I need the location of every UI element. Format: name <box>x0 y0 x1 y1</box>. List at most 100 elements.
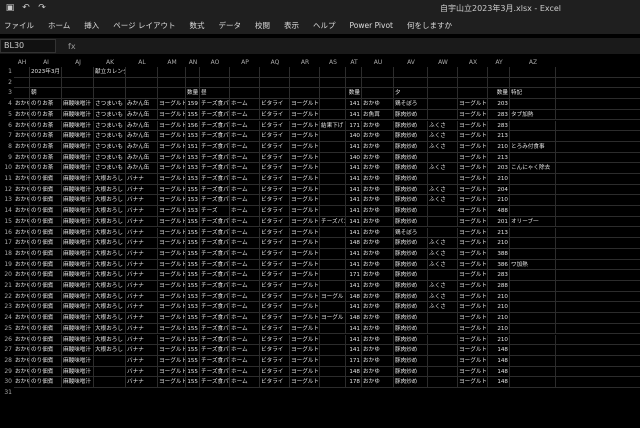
column-header[interactable]: AQ <box>260 58 290 67</box>
cell[interactable] <box>14 77 30 89</box>
cell[interactable]: おかゆ <box>14 174 30 185</box>
cell[interactable]: バナナ <box>126 281 158 292</box>
ribbon-tab-2[interactable]: 挿入 <box>84 20 99 31</box>
cell[interactable]: 麻酸味噌汁 <box>62 238 94 249</box>
cell[interactable]: 156 <box>186 120 200 132</box>
cell[interactable]: 大根おろし <box>94 174 126 185</box>
cell[interactable]: ヨーグルト <box>290 163 320 174</box>
cell[interactable]: おかゆ <box>362 281 394 292</box>
cell[interactable]: チーズ食パン <box>200 216 230 228</box>
cell[interactable] <box>320 323 346 335</box>
cell[interactable]: 2023年3月 <box>30 67 62 78</box>
cell[interactable]: 豚肉炒め <box>394 120 428 132</box>
ribbon-tab-10[interactable]: 何をしますか <box>407 20 452 31</box>
cell[interactable] <box>94 77 126 89</box>
cell[interactable]: みかん缶 <box>126 109 158 121</box>
cell[interactable]: チーズ食パン <box>200 281 230 292</box>
cell[interactable] <box>320 259 346 271</box>
cell[interactable]: 豚肉炒め <box>394 366 428 378</box>
cell[interactable] <box>94 355 126 367</box>
cell[interactable] <box>458 88 488 100</box>
cell[interactable]: 148 <box>346 291 362 303</box>
cell[interactable]: 献立カレンダー <box>94 67 126 78</box>
cell[interactable]: おかゆ <box>362 206 394 217</box>
cell[interactable] <box>510 248 556 260</box>
cell[interactable]: 大根おろし <box>94 345 126 356</box>
row-header[interactable]: 8 <box>0 142 14 153</box>
cell[interactable]: ホーム <box>230 323 260 335</box>
cell[interactable]: ビタライ <box>260 291 290 303</box>
cell[interactable]: 141 <box>346 184 362 196</box>
row-header[interactable]: 9 <box>0 153 14 164</box>
cell[interactable] <box>320 67 346 78</box>
cell[interactable]: ヨーグルト <box>290 99 320 110</box>
cell[interactable]: 141 <box>346 302 362 314</box>
cell[interactable]: チーズ食パン <box>200 120 230 132</box>
cell[interactable]: 141 <box>346 259 362 271</box>
cell[interactable]: ヨーグルト <box>458 152 488 164</box>
cell[interactable]: 麻酸味噌汁 <box>62 163 94 174</box>
cell[interactable] <box>186 67 200 78</box>
cell[interactable]: ホーム <box>230 163 260 174</box>
cell[interactable] <box>158 67 186 78</box>
cell[interactable] <box>510 195 556 207</box>
cell[interactable] <box>320 174 346 185</box>
cell[interactable] <box>510 238 556 249</box>
cell[interactable] <box>510 270 556 281</box>
row-header[interactable]: 4 <box>0 99 14 110</box>
cell[interactable]: ふくさ <box>428 281 458 292</box>
cell[interactable]: 豚肉炒め <box>394 195 428 207</box>
column-header[interactable]: AO <box>200 58 230 67</box>
cell[interactable]: さつまいも <box>94 120 126 132</box>
cell[interactable]: ヨーグルト <box>158 195 186 207</box>
cell[interactable]: ホーム <box>230 377 260 388</box>
cell[interactable]: オリーブ一 <box>510 216 556 228</box>
cell[interactable]: チーズ食パン <box>200 184 230 196</box>
column-header[interactable]: AP <box>230 58 260 67</box>
cell[interactable]: 大根おろし <box>94 216 126 228</box>
cell[interactable] <box>230 67 260 78</box>
cell[interactable]: 大根おろし <box>94 206 126 217</box>
cell[interactable]: のり佃煮 <box>30 195 62 207</box>
cell[interactable]: ヨーグルト <box>158 259 186 271</box>
cell[interactable]: おかゆ <box>14 248 30 260</box>
cell[interactable] <box>428 377 458 388</box>
cell[interactable]: 141 <box>346 323 362 335</box>
cell[interactable]: 麻酸味噌汁 <box>62 259 94 271</box>
cell[interactable] <box>510 227 556 239</box>
cell[interactable]: ビタライ <box>260 141 290 153</box>
cell[interactable]: 大根おろし <box>94 248 126 260</box>
cell[interactable]: 386 <box>488 259 510 271</box>
ribbon-tab-3[interactable]: ページ レイアウト <box>113 20 175 31</box>
cell[interactable]: 麻酸味噌汁 <box>62 323 94 335</box>
cell[interactable] <box>346 77 362 89</box>
cell[interactable]: のり佃煮 <box>30 259 62 271</box>
cell[interactable]: ホーム <box>230 366 260 378</box>
cell[interactable]: 141 <box>346 216 362 228</box>
cell[interactable] <box>126 88 158 100</box>
cell[interactable] <box>320 238 346 249</box>
cell[interactable]: ビタライ <box>260 377 290 388</box>
cell[interactable]: 豚肉炒め <box>394 334 428 346</box>
cell[interactable]: ヨーグルト <box>290 216 320 228</box>
cell[interactable]: ビタライ <box>260 345 290 356</box>
ribbon-tab-6[interactable]: 校閲 <box>255 20 270 31</box>
row-header[interactable]: 31 <box>0 388 14 399</box>
cell[interactable] <box>510 77 556 89</box>
cell[interactable]: ビタライ <box>260 281 290 292</box>
cell[interactable]: ヨーグルト <box>290 141 320 153</box>
cell[interactable]: ヨーグルト <box>290 281 320 292</box>
cell[interactable] <box>510 345 556 356</box>
fx-icon[interactable]: fx <box>68 42 76 51</box>
cell[interactable]: 大根おろし <box>94 313 126 324</box>
cell[interactable]: おかゆ <box>362 120 394 132</box>
cell[interactable]: おかゆ <box>14 291 30 303</box>
cell[interactable]: おかゆ <box>362 248 394 260</box>
cell[interactable]: 豚肉炒め <box>394 174 428 185</box>
cell[interactable]: お魚茸 <box>362 109 394 121</box>
cell[interactable]: 388 <box>488 248 510 260</box>
cell[interactable]: 大根おろし <box>94 334 126 346</box>
cell[interactable]: 153 <box>186 174 200 185</box>
cell[interactable]: 288 <box>488 281 510 292</box>
cell[interactable]: 大根おろし <box>94 259 126 271</box>
